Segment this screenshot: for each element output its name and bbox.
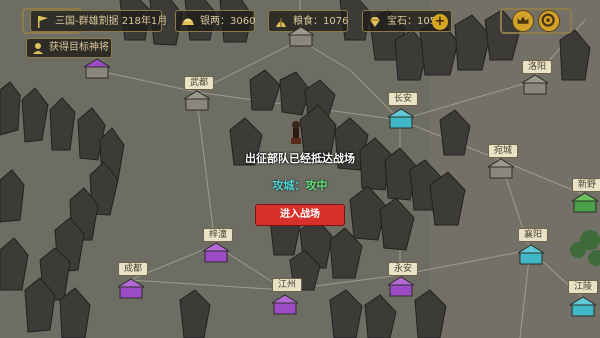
fortress-icon	[270, 294, 300, 315]
city-label-yongan[interactable]: 永安	[388, 262, 419, 276]
city-changan[interactable]	[386, 108, 416, 130]
fortress-icon	[182, 90, 212, 111]
city-xinye[interactable]	[570, 192, 600, 214]
fortress-icon	[386, 276, 416, 297]
city-luoyang-fortress[interactable]	[286, 26, 316, 48]
battle-map-screen: 三国-群雄割据 218年1月 银两：3060 粮食：1076 宝石：105 +	[0, 0, 600, 338]
city-label-jiangling[interactable]: 江陵	[568, 280, 599, 294]
gem-amount: 宝石：105	[387, 16, 437, 27]
gem-icon	[370, 17, 380, 27]
battle-arrival-message: 出征部队已经抵达战场	[245, 152, 355, 165]
hud-ornament-right	[500, 8, 572, 34]
city-label-xinye[interactable]: 新野	[572, 178, 600, 192]
city-yongan[interactable]	[386, 276, 416, 298]
settings-button[interactable]	[538, 10, 560, 32]
city-west-fortress[interactable]	[82, 58, 112, 80]
flag-icon	[38, 16, 48, 28]
city-label-luoyang[interactable]: 洛阳	[522, 60, 553, 74]
silver-panel: 银两：3060	[175, 10, 255, 32]
quest-button[interactable]: 获得目标神将	[26, 38, 112, 58]
silver-ingot-icon	[182, 18, 194, 25]
fortress-icon	[486, 158, 516, 179]
fortress-icon	[201, 242, 231, 263]
siege-status-label: 攻城：	[272, 179, 306, 192]
fortress-icon	[82, 58, 112, 79]
city-jiangling[interactable]	[568, 296, 598, 318]
fortress-icon	[568, 296, 598, 317]
army-unit-icon[interactable]	[283, 120, 309, 148]
fortress-icon	[386, 108, 416, 129]
generals-icon	[33, 43, 43, 54]
gem-panel: 宝石：105 +	[362, 10, 452, 32]
enter-battle-button[interactable]: 进入战场	[255, 204, 345, 226]
fortress-icon	[116, 278, 146, 299]
city-label-jiangzhou[interactable]: 江州	[272, 278, 303, 292]
siege-status: 攻城：攻中	[255, 177, 345, 192]
city-label-zitong[interactable]: 梓潼	[203, 228, 234, 242]
gear-icon	[541, 13, 555, 27]
city-label-wudu[interactable]: 武都	[184, 76, 215, 90]
fortress-icon	[516, 244, 546, 265]
city-jiangzhou[interactable]	[270, 294, 300, 316]
city-label-wancheng[interactable]: 宛城	[488, 144, 519, 158]
silver-amount: 银两：3060	[200, 16, 256, 27]
grain-icon	[276, 18, 286, 27]
crown-icon	[517, 16, 529, 24]
city-luoyang[interactable]	[520, 74, 550, 96]
city-label-xiangyang[interactable]: 襄阳	[518, 228, 549, 242]
quest-label: 获得目标神将	[49, 42, 109, 53]
city-xiangyang[interactable]	[516, 244, 546, 266]
city-label-changan[interactable]: 长安	[388, 92, 419, 106]
fortress-icon	[570, 192, 600, 213]
city-zitong[interactable]	[201, 242, 231, 264]
fortress-icon	[520, 74, 550, 95]
city-wancheng[interactable]	[486, 158, 516, 180]
city-label-chengdu[interactable]: 成都	[118, 262, 149, 276]
scenario-text: 三国-群雄割据 218年1月	[55, 16, 168, 27]
scenario-panel: 三国-群雄割据 218年1月	[30, 10, 167, 32]
add-gem-button[interactable]: +	[432, 14, 448, 30]
city-chengdu[interactable]	[116, 278, 146, 300]
crown-button[interactable]	[512, 10, 534, 32]
city-wudu[interactable]	[182, 90, 212, 112]
fortress-icon	[286, 26, 316, 47]
siege-status-value: 攻中	[305, 179, 328, 192]
